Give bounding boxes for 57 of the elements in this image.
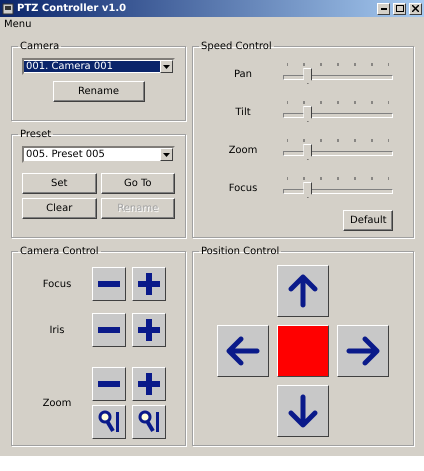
plus-icon (138, 319, 160, 341)
preset-button[interactable]: Set (22, 173, 96, 194)
minus-button[interactable] (92, 313, 126, 347)
group-title: Camera (19, 41, 60, 52)
control-label: Zoom (42, 398, 72, 408)
preset-button[interactable]: Clear (22, 198, 96, 219)
default-button[interactable]: Default (343, 210, 393, 231)
maximize-icon (396, 5, 404, 12)
right-button[interactable] (337, 325, 389, 377)
down-button[interactable] (277, 385, 329, 437)
close-icon (412, 5, 419, 12)
minimize-button[interactable] (377, 2, 390, 14)
maximize-button[interactable] (393, 2, 406, 14)
slider-label: Tilt (234, 106, 252, 118)
slider-thumb[interactable] (303, 106, 312, 122)
dropdown[interactable]: 001. Camera 001 (22, 58, 175, 75)
plus-button[interactable] (132, 313, 166, 347)
dropdown[interactable]: 005. Preset 005 (22, 146, 175, 163)
up-button[interactable] (277, 265, 329, 317)
caret-icon (163, 64, 170, 68)
slider-label: Zoom (228, 144, 258, 156)
left-button[interactable] (217, 325, 269, 377)
zoom-wide-button[interactable] (92, 405, 126, 439)
group-title: Position Control (200, 246, 280, 257)
slider-thumb[interactable] (303, 182, 312, 198)
plus-button[interactable] (132, 367, 166, 401)
preset-button[interactable]: Go To (100, 173, 175, 194)
dropdown-value: 005. Preset 005 (25, 149, 106, 160)
control-label: Iris (48, 324, 66, 336)
group-title: Speed Control (200, 41, 273, 52)
close-button[interactable] (409, 2, 422, 14)
menu-item[interactable]: Menu (4, 18, 32, 30)
slider-thumb[interactable] (303, 144, 312, 160)
dropdown-value: 001. Camera 001 (24, 61, 160, 72)
magnifier-icon (137, 410, 161, 434)
rename-button[interactable]: Rename (52, 81, 144, 102)
minus-icon (98, 327, 120, 333)
slider-label: Pan (232, 68, 254, 80)
plus-icon (138, 373, 160, 395)
magnifier-icon (97, 410, 121, 434)
control-label: Focus (42, 278, 72, 290)
stop-button[interactable] (277, 325, 329, 377)
group-title: Camera Control (19, 246, 100, 257)
minus-icon (98, 381, 120, 387)
minimize-icon (380, 8, 386, 10)
plus-icon (138, 273, 160, 295)
plus-button[interactable] (132, 267, 166, 301)
minus-button[interactable] (92, 367, 126, 401)
minus-button[interactable] (92, 267, 126, 301)
group-title: Preset (19, 129, 52, 140)
window-title: PTZ Controller v1.0 (17, 3, 128, 14)
caret-icon (163, 152, 170, 156)
slider-label: Focus (228, 182, 258, 194)
zoom-tele-button[interactable] (132, 405, 166, 439)
minus-icon (98, 281, 120, 287)
slider-thumb[interactable] (303, 68, 312, 84)
app-icon (2, 2, 14, 14)
